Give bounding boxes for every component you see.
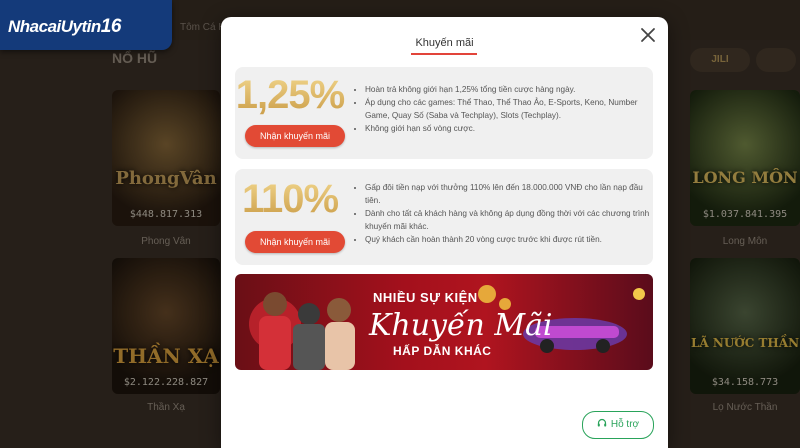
claim-promo-button[interactable]: Nhận khuyến mãi	[245, 231, 345, 253]
claim-promo-button[interactable]: Nhận khuyến mãi	[245, 125, 345, 147]
brand-name: NhacaiUytin	[8, 17, 101, 36]
promo-card: 1,25% Nhận khuyến mãi Hoàn trả không giớ…	[235, 67, 653, 159]
promotion-modal: Khuyến mãi 1,25% Nhận khuyến mãi Hoàn tr…	[221, 17, 668, 448]
tab-promotions-label: Khuyến mãi	[415, 37, 474, 49]
promo-headline: 1,25%	[235, 73, 345, 117]
brand-number: 16	[100, 16, 122, 37]
support-label: Hỗ trợ	[610, 419, 640, 430]
support-button[interactable]: Hỗ trợ	[582, 411, 654, 439]
banner-line-1: NHIỀU SỰ KIỆN	[373, 290, 478, 305]
promo-details: Gấp đôi tiền nạp với thưởng 110% lên đến…	[353, 181, 653, 246]
promo-details: Hoàn trả không giới hạn 1,25% tổng tiền …	[353, 83, 653, 135]
banner-line-2: Khuyến Mãi	[369, 308, 553, 343]
promo-card: 110% Nhận khuyến mãi Gấp đôi tiền nạp vớ…	[235, 169, 653, 265]
promo-headline: 110%	[235, 177, 345, 222]
tab-active-indicator	[411, 53, 477, 55]
tab-promotions[interactable]: Khuyến mãi	[221, 37, 668, 49]
brand-logo-text: NhacaiUytin16	[8, 16, 121, 38]
promo-detail-item: Quý khách cần hoàn thành 20 vòng cược tr…	[365, 233, 653, 246]
banner-line-3: HẤP DẪN KHÁC	[393, 344, 492, 358]
headset-icon	[597, 418, 607, 427]
promo-banner[interactable]: NHIỀU SỰ KIỆN Khuyến Mãi HẤP DẪN KHÁC	[235, 274, 653, 370]
promo-detail-item: Gấp đôi tiền nạp với thưởng 110% lên đến…	[365, 181, 653, 207]
promo-detail-item: Hoàn trả không giới hạn 1,25% tổng tiền …	[365, 83, 653, 96]
brand-logo[interactable]: NhacaiUytin16	[0, 0, 172, 50]
promo-detail-item: Áp dụng cho các games: Thể Thao, Thể Tha…	[365, 96, 653, 122]
promo-detail-item: Không giới hạn số vòng cược.	[365, 122, 653, 135]
promo-detail-item: Dành cho tất cả khách hàng và không áp d…	[365, 207, 653, 233]
